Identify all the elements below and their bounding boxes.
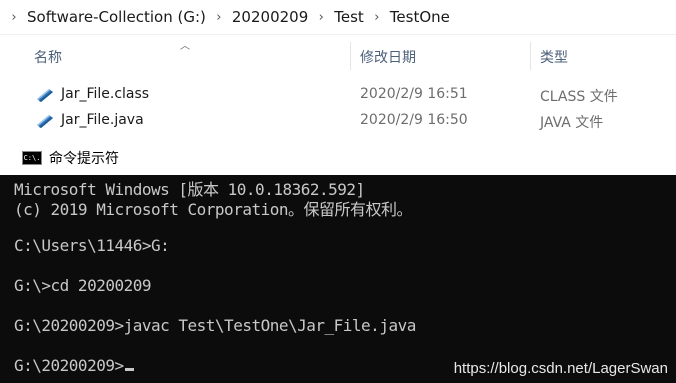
chevron-right-icon[interactable]: ›: [316, 10, 326, 25]
file-modified: 2020/2/9 16:51: [360, 86, 468, 102]
file-modified: 2020/2/9 16:50: [360, 112, 468, 128]
breadcrumb-drive[interactable]: Software-Collection (G:): [25, 8, 208, 26]
cmd-icon: C:\.: [22, 151, 42, 165]
chevron-right-icon[interactable]: ›: [214, 10, 224, 25]
window-title: 命令提示符: [49, 151, 119, 167]
java-file-icon: [37, 89, 53, 102]
column-header-type[interactable]: 类型: [540, 47, 568, 67]
column-header-modified[interactable]: 修改日期: [360, 47, 416, 67]
text-cursor: [124, 368, 134, 371]
file-type: JAVA 文件: [540, 115, 604, 131]
console-line: C:\Users\11446>G:: [14, 236, 170, 255]
file-name: Jar_File.class: [61, 86, 150, 102]
console-prompt: G:\20200209>: [14, 356, 124, 375]
window-titlebar[interactable]: C:\. 命令提示符: [0, 141, 676, 175]
watermark: https://blog.csdn.net/LagerSwan: [453, 360, 668, 377]
column-divider[interactable]: [350, 42, 351, 70]
file-row[interactable]: Jar_File.class 2020/2/9 16:51 CLASS 文件: [0, 82, 676, 108]
breadcrumb: › Software-Collection (G:) › 20200209 › …: [0, 0, 676, 35]
chevron-right-icon[interactable]: ›: [372, 10, 382, 25]
console-output[interactable]: Microsoft Windows [版本 10.0.18362.592] (c…: [0, 175, 676, 383]
file-explorer: › Software-Collection (G:) › 20200209 › …: [0, 0, 676, 141]
console-prompt-line: G:\20200209>: [14, 356, 134, 375]
breadcrumb-folder-20200209[interactable]: 20200209: [230, 8, 310, 26]
file-name: Jar_File.java: [61, 112, 144, 128]
file-row[interactable]: Jar_File.java 2020/2/9 16:50 JAVA 文件: [0, 108, 676, 134]
column-header-name[interactable]: 名称: [34, 47, 62, 67]
console-line: (c) 2019 Microsoft Corporation。保留所有权利。: [14, 200, 413, 219]
column-header-row: 名称 修改日期 类型: [0, 42, 676, 70]
chevron-right-icon[interactable]: ›: [9, 10, 19, 25]
console-line: G:\20200209>javac Test\TestOne\Jar_File.…: [14, 316, 416, 335]
console-line: G:\>cd 20200209: [14, 276, 152, 295]
breadcrumb-folder-testone[interactable]: TestOne: [388, 8, 452, 26]
file-type: CLASS 文件: [540, 89, 618, 105]
java-file-icon: [37, 115, 53, 128]
breadcrumb-folder-test[interactable]: Test: [332, 8, 366, 26]
command-prompt-window: C:\. 命令提示符 Microsoft Windows [版本 10.0.18…: [0, 141, 676, 383]
column-divider[interactable]: [530, 42, 531, 70]
